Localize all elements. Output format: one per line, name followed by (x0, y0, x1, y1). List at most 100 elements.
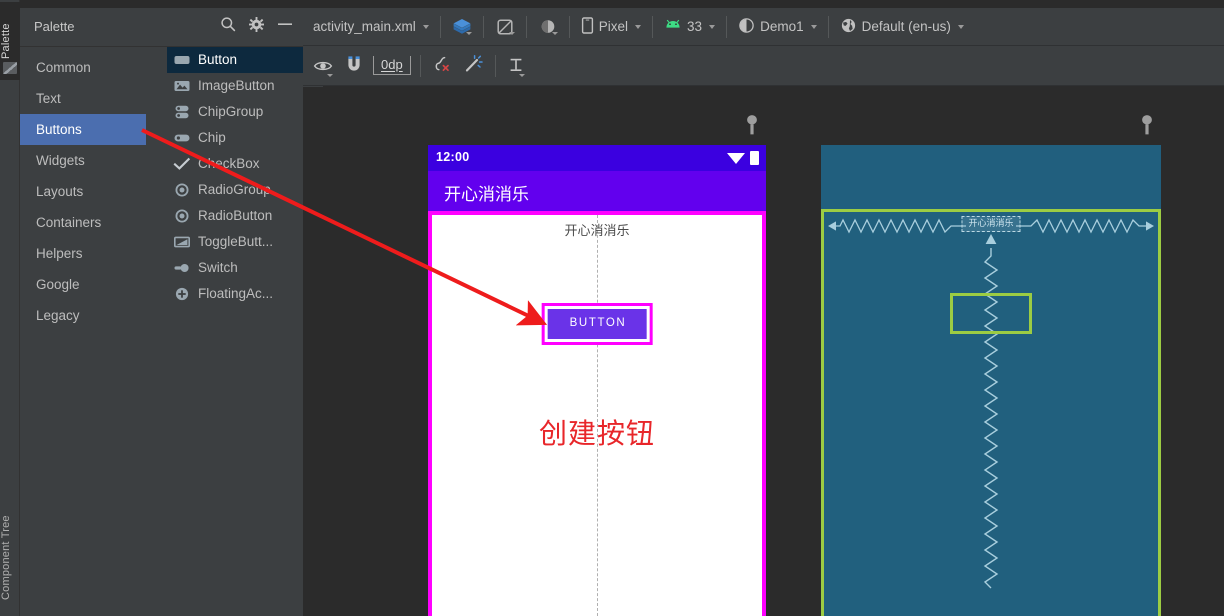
palette-category-widgets[interactable]: Widgets (20, 145, 146, 176)
wrench-icon[interactable] (744, 115, 760, 133)
toolbar-separator (652, 16, 653, 38)
android-studio-layout-editor: Palette Component Tree Palette (0, 0, 1224, 616)
blueprint-component-label[interactable]: 开心消消乐 (961, 216, 1020, 232)
floating-action-button-icon (173, 287, 191, 301)
vertical-constraint-chain (980, 234, 1002, 594)
preview-app-bar: 开心消消乐 (428, 171, 766, 211)
palette-item-switch[interactable]: Switch (167, 255, 323, 281)
palette-item-radiogroup[interactable]: RadioGroup (167, 177, 323, 203)
wrench-icon[interactable] (1139, 115, 1155, 133)
blueprint-button-outline[interactable] (950, 293, 1032, 334)
palette-category-containers[interactable]: Containers (20, 207, 146, 238)
vertical-tab-component-tree[interactable]: Component Tree (0, 502, 20, 614)
toolbar-separator (526, 16, 527, 38)
palette-category-list: Common Text Buttons Widgets Layouts Cont… (20, 47, 146, 331)
palette-item-label: CheckBox (198, 157, 260, 171)
radio-group-icon (173, 183, 191, 197)
chevron-down-icon (709, 25, 715, 29)
autoconnect-button[interactable] (339, 46, 369, 85)
theme-icon (538, 17, 558, 37)
design-surface-mode-button[interactable] (446, 8, 478, 45)
search-icon[interactable] (220, 16, 236, 37)
blueprint-root-layout[interactable]: 开心消消乐 (821, 209, 1161, 616)
magic-wand-icon (464, 55, 484, 76)
palette-icon (3, 62, 17, 74)
chip-icon (173, 131, 191, 145)
toolbar-separator (726, 16, 727, 38)
theme-label: Demo1 (760, 19, 804, 34)
status-bar-icons (727, 151, 759, 165)
blueprint-preview[interactable]: 开心消消乐 (821, 145, 1161, 616)
palette-category-legacy[interactable]: Legacy (20, 300, 146, 331)
chevron-down-icon (466, 32, 472, 35)
design-preview[interactable]: 12:00 开心消消乐 开心消消乐 BUTTON 创建按钮 (428, 145, 766, 616)
guidelines-button[interactable] (501, 46, 531, 85)
button-icon (173, 53, 191, 67)
chip-group-icon (173, 105, 191, 119)
palette-category-helpers[interactable]: Helpers (20, 238, 146, 269)
gear-icon[interactable] (249, 17, 264, 37)
wifi-icon (727, 153, 745, 164)
device-dropdown[interactable]: Pixel (575, 8, 647, 45)
chevron-down-icon (423, 25, 429, 29)
minimize-icon[interactable] (277, 16, 293, 37)
preview-button[interactable]: BUTTON (548, 309, 647, 339)
android-icon (664, 19, 682, 34)
palette-item-imagebutton[interactable]: ImageButton (167, 73, 323, 99)
chevron-down-icon (509, 32, 515, 35)
blueprint-system-bar (821, 145, 1161, 209)
orientation-button[interactable] (489, 8, 521, 45)
eye-icon (313, 58, 333, 74)
status-bar-clock: 12:00 (436, 150, 469, 164)
palette-item-label: Chip (198, 131, 226, 145)
phone-icon (581, 17, 594, 37)
palette-item-floatingactionbutton[interactable]: FloatingAc... (167, 281, 323, 307)
palette-item-radiobutton[interactable]: RadioButton (167, 203, 323, 229)
toolbar-separator (569, 16, 570, 38)
palette-category-layouts[interactable]: Layouts (20, 176, 146, 207)
palette-header-actions (220, 16, 293, 37)
globe-icon (840, 17, 857, 37)
clear-constraints-button[interactable] (426, 46, 458, 85)
palette-header: Palette (20, 8, 303, 47)
palette-item-label: RadioButton (198, 209, 272, 223)
file-name-dropdown[interactable]: activity_main.xml (303, 8, 435, 45)
palette-item-label: FloatingAc... (198, 287, 273, 301)
toggle-button-icon (173, 235, 191, 249)
preview-status-bar: 12:00 (428, 145, 766, 171)
palette-category-text[interactable]: Text (20, 83, 146, 114)
theme-dropdown[interactable]: Demo1 (732, 8, 823, 45)
chevron-down-icon (811, 25, 817, 29)
palette-item-label: Button (198, 53, 237, 67)
preview-content-root[interactable]: 开心消消乐 BUTTON 创建按钮 (428, 211, 766, 616)
chevron-down-icon (552, 32, 558, 35)
view-options-button[interactable] (303, 46, 339, 85)
api-level-dropdown[interactable]: 33 (658, 8, 721, 45)
infer-constraints-button[interactable] (458, 46, 490, 85)
default-margin-field[interactable]: 0dp (369, 46, 415, 85)
selected-button-wrapper[interactable]: BUTTON (542, 303, 653, 345)
palette-item-togglebutton[interactable]: ToggleButt... (167, 229, 323, 255)
palette-item-chip[interactable]: Chip (167, 125, 323, 151)
checkbox-icon (173, 157, 191, 171)
palette-item-label: ImageButton (198, 79, 275, 93)
palette-category-common[interactable]: Common (20, 52, 146, 83)
palette-category-google[interactable]: Google (20, 269, 146, 300)
palette-item-button[interactable]: Button (167, 47, 323, 73)
palette-item-chipgroup[interactable]: ChipGroup (167, 99, 323, 125)
clear-constraints-icon (432, 55, 452, 76)
image-button-icon (173, 79, 191, 93)
theme-button[interactable] (532, 8, 564, 45)
switch-icon (173, 261, 191, 275)
chevron-down-icon (958, 25, 964, 29)
default-margin-value: 0dp (373, 56, 411, 75)
palette-item-label: ToggleButt... (198, 235, 273, 249)
palette-item-label: Switch (198, 261, 238, 275)
app-bar-title: 开心消消乐 (444, 180, 529, 205)
locale-label: Default (en-us) (862, 19, 951, 34)
preview-textview[interactable]: 开心消消乐 (432, 220, 762, 239)
palette-item-checkbox[interactable]: CheckBox (167, 151, 323, 177)
locale-dropdown[interactable]: Default (en-us) (834, 8, 970, 45)
design-surface[interactable]: 12:00 开心消消乐 开心消消乐 BUTTON 创建按钮 (303, 87, 1224, 616)
palette-category-buttons[interactable]: Buttons (20, 114, 146, 145)
